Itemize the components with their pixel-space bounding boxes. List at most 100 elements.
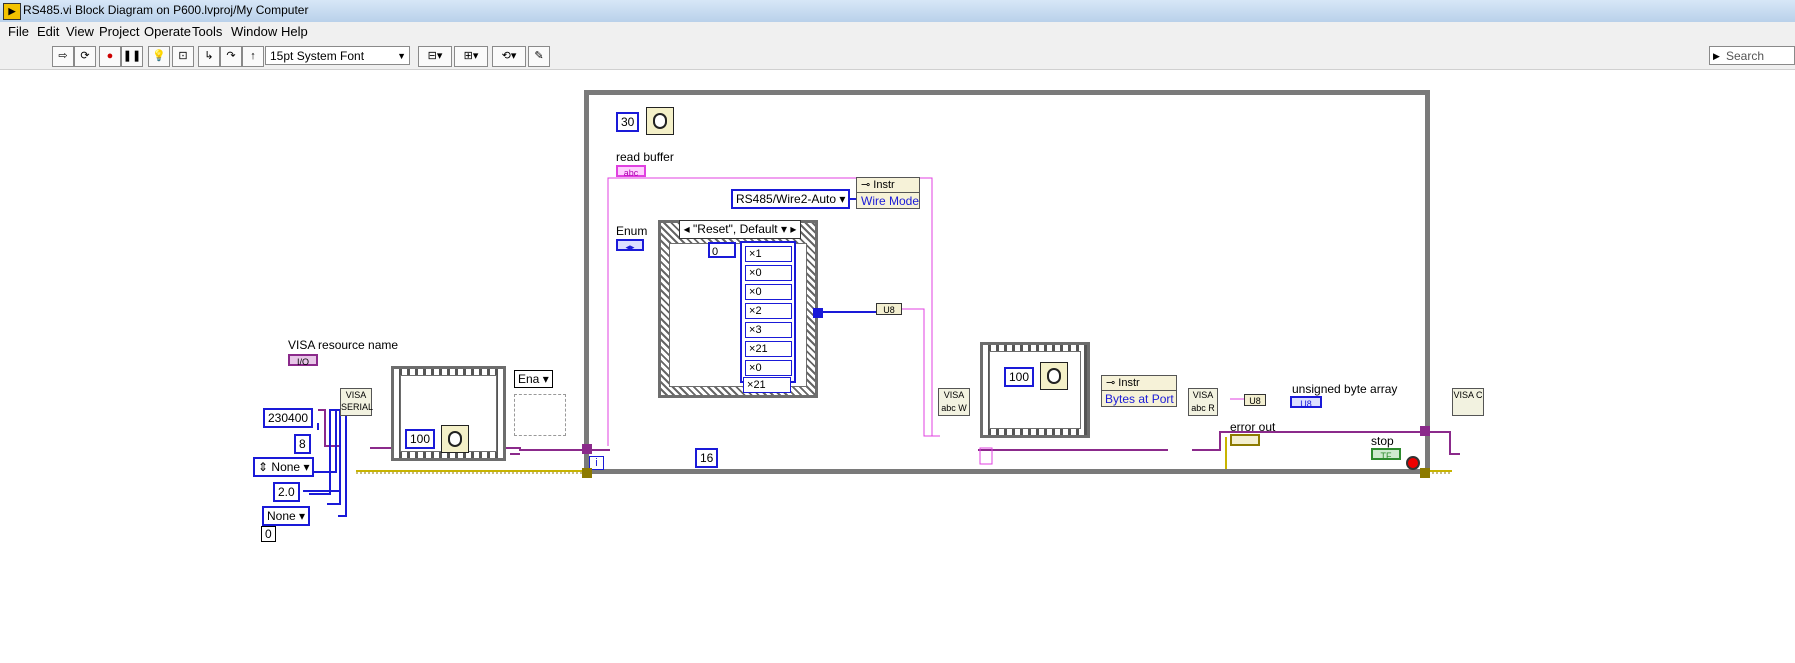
array-element[interactable]: ×2 [745,303,792,319]
loop-visa-tunnel [582,444,592,454]
array-index-display[interactable]: 0 [708,242,736,258]
error-out-indicator[interactable] [1230,434,1260,446]
u8-convert-node[interactable]: U8 [876,303,902,315]
chevron-down-icon: ▼ [397,51,406,61]
ring-arrows-icon: ⇕ [258,460,269,474]
bytes-at-port-property: Bytes at Port [1105,392,1174,406]
distribute-icon[interactable]: ⊞▾ [454,46,488,67]
font-selector-value: 15pt System Font [270,49,365,63]
array-element[interactable]: ×1 [745,246,792,262]
menu-edit[interactable]: Edit [37,24,59,39]
step-over-icon[interactable]: ↷ [220,46,242,67]
array-constant[interactable]: ×1 ×0 ×0 ×2 ×3 ×21 ×0 [740,241,796,383]
labview-icon: ▶ [3,3,21,20]
chevron-down-icon: ▾ [299,509,306,523]
wait-timer-icon[interactable] [1040,362,1068,390]
visa-resource-terminal[interactable]: I/O [288,354,318,367]
parity-ring[interactable]: ⇕ None ▾ [253,457,315,477]
case-output-tunnel [813,308,823,318]
block-diagram-canvas[interactable]: VISA resource name I/O VISA SERIAL 23040… [0,70,1795,663]
enable-ring[interactable]: Ena ▾ [514,370,553,388]
chevron-down-icon: ▾ [542,372,549,386]
stop-terminal[interactable]: TF [1371,448,1401,461]
enable-value: Ena [518,372,540,386]
flow-control-value: None [267,509,296,523]
menu-project[interactable]: Project [99,24,139,39]
wait-ms-left-constant[interactable]: 100 [405,429,436,449]
abort-icon[interactable]: ● [99,46,121,67]
menu-bar: File Edit View Project Operate Tools Win… [0,22,1795,42]
unsigned-byte-array-indicator[interactable]: U8 [1290,396,1322,409]
unsigned-byte-array-label: unsigned byte array [1292,382,1398,396]
case-selector[interactable]: ◂ "Reset", Default ▾ ▸ [679,220,801,239]
array-element[interactable]: ×0 [745,284,792,300]
array-element[interactable]: ×0 [745,265,792,281]
u8-array-convert-node[interactable]: U8 [1244,394,1266,406]
array-element[interactable]: ×3 [745,322,792,338]
menu-file[interactable]: File [8,24,29,39]
search-icon: ▶ [1713,51,1720,61]
array-element[interactable]: ×0 [745,360,792,376]
case-selector-value: "Reset", Default [693,222,778,236]
highlight-execution-icon[interactable]: 💡 [148,46,170,67]
step-into-icon[interactable]: ↳ [198,46,220,67]
menu-operate[interactable]: Operate [144,24,191,39]
loop-wait-constant[interactable]: 30 [616,112,640,132]
menu-window[interactable]: Window [231,24,277,39]
chevron-down-icon: ▾ [839,192,846,206]
constant-16[interactable]: 16 [695,448,719,468]
key-icon: ⊸ [861,179,871,191]
pause-icon[interactable]: ❚❚ [121,46,143,67]
menu-help[interactable]: Help [281,24,308,39]
search-placeholder: Search [1726,49,1765,63]
wire-mode-value: RS485/Wire2-Auto [736,192,837,206]
toolbar: ⇨ ⟳ ● ❚❚ 💡 ⊡ ↳ ↷ ↑ 15pt System Font ▼ ⊟▾… [0,42,1795,70]
visa-write-node[interactable]: VISA abc W [938,388,970,416]
run-continuous-icon[interactable]: ⟳ [74,46,96,67]
run-arrow-icon[interactable]: ⇨ [52,46,74,67]
reorder-icon[interactable]: ⟲▾ [492,46,526,67]
enum-label: Enum [616,224,648,238]
parity-value: None [271,460,301,474]
array-element[interactable]: ×21 [743,377,791,393]
flat-sequence-right[interactable] [980,342,1090,438]
wire-mode-property-node[interactable]: ⊸ Instr Wire Mode [856,177,920,209]
wait-ms-right-constant[interactable]: 100 [1004,367,1035,387]
bytes-at-port-property-node[interactable]: ⊸ Instr Bytes at Port [1101,375,1177,407]
clock-face-icon [653,113,667,129]
stop-condition-icon[interactable] [1406,456,1420,470]
menu-tools[interactable]: Tools [192,24,222,39]
key-icon: ⊸ [1106,377,1116,389]
inactive-case-box [514,394,566,436]
array-element[interactable]: ×21 [745,341,792,357]
loop-visa-out-tunnel [1420,426,1430,436]
baud-rate-constant[interactable]: 230400 [263,408,314,428]
stop-bits-constant[interactable]: 2.0 [273,482,300,502]
visa-close-node[interactable]: VISA C [1452,388,1484,416]
visa-serial-node[interactable]: VISA SERIAL [340,388,373,416]
enum-terminal[interactable]: ◂▸ [616,239,644,252]
error-out-label: error out [1230,420,1276,434]
step-out-icon[interactable]: ↑ [242,46,264,67]
visa-resource-label: VISA resource name [288,338,399,352]
zero-constant[interactable]: 0 [261,526,276,542]
align-icon[interactable]: ⊟▾ [418,46,452,67]
data-bits-constant[interactable]: 8 [294,434,311,454]
visa-read-node[interactable]: VISA abc R [1188,388,1218,416]
cleanup-icon[interactable]: ✎ [528,46,550,67]
menu-view[interactable]: View [66,24,94,39]
stop-label: stop [1371,434,1394,448]
retain-wire-values-icon[interactable]: ⊡ [172,46,194,67]
flow-control-ring[interactable]: None ▾ [262,506,311,526]
read-buffer-terminal[interactable]: abc [616,165,646,178]
wire-mode-ring[interactable]: RS485/Wire2-Auto ▾ [731,189,851,209]
search-input[interactable]: ▶ Search [1709,46,1795,65]
wait-timer-icon[interactable] [441,425,469,453]
case-next-icon: ▸ [790,222,797,236]
read-buffer-label: read buffer [616,150,674,164]
clock-face-icon [448,431,462,447]
font-selector[interactable]: 15pt System Font ▼ [265,46,410,65]
window-title: RS485.vi Block Diagram on P600.lvproj/My… [23,3,309,17]
chevron-down-icon: ▾ [780,222,787,236]
loop-wait-timer-icon[interactable] [646,107,674,135]
